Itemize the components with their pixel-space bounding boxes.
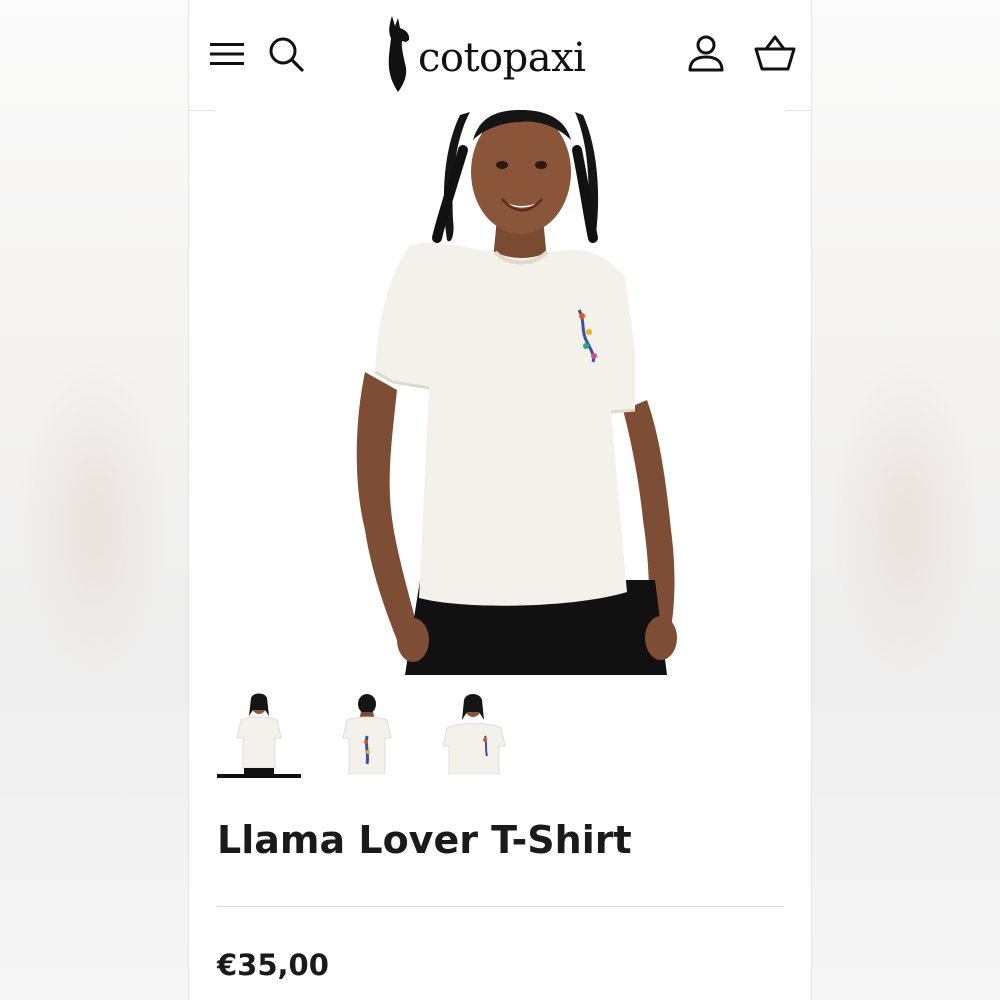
thumbnail-back[interactable] <box>325 690 409 778</box>
product-price: €35,00 <box>217 948 329 982</box>
thumbnail-image <box>442 694 506 775</box>
search-icon <box>269 37 304 72</box>
thumbnail-front[interactable] <box>217 690 301 778</box>
cart-button[interactable] <box>753 32 797 74</box>
user-account-icon <box>688 35 724 72</box>
thumbnail-gallery <box>217 690 777 782</box>
cotopaxi-logo[interactable]: cotopaxi <box>382 12 622 96</box>
model-photo <box>356 110 677 675</box>
site-header: cotopaxi <box>189 0 811 111</box>
blurred-background-left <box>0 0 189 1000</box>
llama-logo-icon <box>388 16 410 92</box>
thumbnail-image <box>342 694 392 775</box>
hamburger-menu-icon <box>210 43 244 65</box>
menu-button[interactable] <box>207 34 247 74</box>
search-button[interactable] <box>265 33 307 75</box>
product-hero-image[interactable] <box>215 110 785 675</box>
blurred-background-right <box>811 0 1000 1000</box>
divider <box>217 906 784 907</box>
account-button[interactable] <box>685 32 727 74</box>
basket-cart-icon <box>754 35 796 71</box>
logo-wordmark: cotopaxi <box>418 35 586 81</box>
product-title: Llama Lover T-Shirt <box>217 818 632 862</box>
thumbnail-image <box>236 693 282 774</box>
thumbnail-front-alt[interactable] <box>437 690 521 778</box>
mobile-page: cotopaxi Llama Lover T-Shirt €35,00 <box>189 0 811 1000</box>
